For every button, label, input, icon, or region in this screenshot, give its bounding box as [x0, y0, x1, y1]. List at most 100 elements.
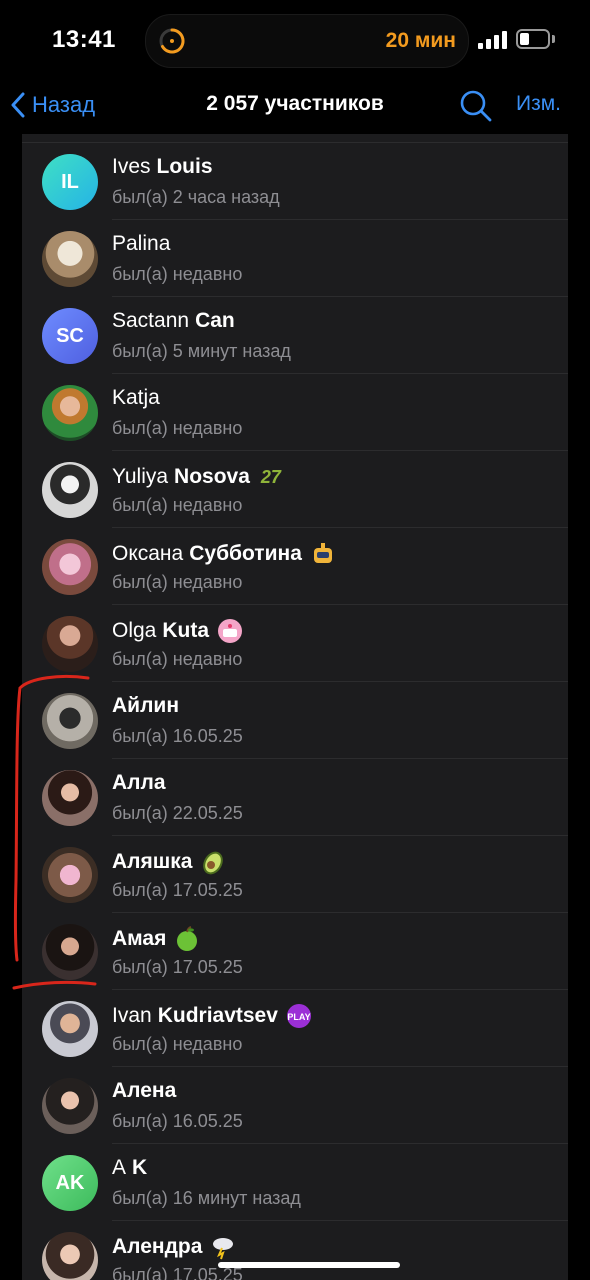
- dynamic-island[interactable]: 20 мин: [145, 14, 469, 68]
- avatar-initials: IL: [61, 170, 79, 193]
- avatar: SC: [42, 308, 98, 364]
- avatar: IL: [42, 154, 98, 210]
- status-bar: 13:41 20 мин: [0, 0, 590, 80]
- member-status: был(а) 16 минут назад: [112, 1188, 301, 1208]
- first-name: Айлин: [112, 694, 180, 717]
- first-name: Katja: [112, 386, 160, 409]
- member-status: был(а) 2 часа назад: [112, 187, 280, 207]
- member-row-palina[interactable]: Palina был(а) недавно: [22, 220, 568, 297]
- member-name: Yuliya Nosova 27: [112, 463, 285, 491]
- cake-icon: [218, 619, 243, 643]
- screen: 13:41 20 мин Назад 2 057 участников Изм.…: [0, 0, 590, 1280]
- avatar: [42, 693, 98, 749]
- member-row-alendra[interactable]: Алендра был(а) 17.05.25: [22, 1221, 568, 1280]
- member-row-a-k[interactable]: AK AK был(а) 16 минут назад: [22, 1144, 568, 1221]
- avocado-icon: [203, 851, 224, 875]
- avatar-initials: AK: [55, 1171, 85, 1194]
- nav-bar: Назад 2 057 участников Изм.: [0, 80, 590, 134]
- member-row-alena[interactable]: Алена был(а) 16.05.25: [22, 1067, 568, 1144]
- search-icon[interactable]: [458, 88, 494, 124]
- member-status: был(а) недавно: [112, 264, 243, 284]
- last-name: Can: [195, 309, 235, 332]
- member-name: Palina: [112, 232, 170, 256]
- last-name: Louis: [156, 155, 213, 178]
- member-name: AK: [112, 1156, 147, 1180]
- member-row-yuliya-nosova[interactable]: Yuliya Nosova 27 был(а) недавно: [22, 451, 568, 528]
- first-name: Ives: [112, 155, 151, 178]
- timer-text: 20 мин: [385, 29, 456, 52]
- member-name: Айлин: [112, 694, 179, 718]
- member-row-alyashka[interactable]: Аляшка был(а) 17.05.25: [22, 836, 568, 913]
- first-name: Амая: [112, 927, 167, 950]
- home-indicator[interactable]: [218, 1262, 400, 1268]
- member-row-sactann-can[interactable]: SC Sactann Can был(а) 5 минут назад: [22, 297, 568, 374]
- member-name: Алена: [112, 1079, 176, 1103]
- first-name: Алендра: [112, 1235, 203, 1258]
- member-row-amaya[interactable]: Амая был(а) 17.05.25: [22, 913, 568, 990]
- battery-icon: [516, 29, 550, 49]
- first-name: Yuliya: [112, 465, 169, 488]
- member-row-ivan-kudriavtsev[interactable]: Ivan Kudriavtsev PLAY был(а) недавно: [22, 990, 568, 1067]
- avatar: [42, 1001, 98, 1057]
- number-27-icon: 27: [260, 466, 281, 487]
- member-name: Ives Louis: [112, 155, 213, 179]
- avatar: [42, 770, 98, 826]
- green-apple-icon: [177, 926, 198, 951]
- first-name: Olga: [112, 619, 157, 642]
- member-status: был(а) 17.05.25: [112, 880, 243, 900]
- avatar: AK: [42, 1155, 98, 1211]
- cloud-lightning-icon: [213, 1238, 234, 1260]
- svg-text:PLAY: PLAY: [287, 1012, 310, 1022]
- first-name: Palina: [112, 232, 171, 255]
- member-status: был(а) недавно: [112, 1034, 243, 1054]
- first-name: Оксана: [112, 542, 184, 565]
- member-name: Алендра: [112, 1233, 237, 1261]
- last-name: Kudriavtsev: [157, 1004, 278, 1027]
- member-status: был(а) 5 минут назад: [112, 341, 291, 361]
- avatar: [42, 616, 98, 672]
- avatar: [42, 1078, 98, 1134]
- member-name: Sactann Can: [112, 309, 235, 333]
- status-time: 13:41: [52, 26, 116, 53]
- member-row-alla[interactable]: Алла был(а) 22.05.25: [22, 759, 568, 836]
- back-button[interactable]: Назад: [10, 88, 95, 122]
- avatar-initials: SC: [56, 324, 84, 347]
- member-name: Ivan Kudriavtsev PLAY: [112, 1002, 313, 1030]
- member-row-katja[interactable]: Katja был(а) недавно: [22, 374, 568, 451]
- signal-icon: [478, 31, 508, 49]
- member-status: был(а) недавно: [112, 418, 243, 438]
- member-name: Амая: [112, 925, 201, 953]
- member-row-oksana-subbotina[interactable]: Оксана Субботина был(а) недавно: [22, 528, 568, 605]
- last-name: Kuta: [162, 619, 210, 642]
- member-status: был(а) недавно: [112, 649, 243, 669]
- member-row-olga-kuta[interactable]: Olga Kuta был(а) недавно: [22, 605, 568, 682]
- first-name: Алена: [112, 1079, 177, 1102]
- last-name: K: [132, 1156, 148, 1179]
- battery-tip: [552, 35, 555, 43]
- first-name: Алла: [112, 771, 166, 794]
- member-name: Аляшка: [112, 848, 227, 876]
- first-name: Ivan: [112, 1004, 152, 1027]
- member-row-aylin[interactable]: Айлин был(а) 16.05.25: [22, 682, 568, 759]
- avatar: [42, 539, 98, 595]
- back-label: Назад: [32, 92, 96, 117]
- avatar: [42, 1232, 98, 1280]
- edit-button[interactable]: Изм.: [516, 92, 561, 116]
- avatar: [42, 924, 98, 980]
- member-status: был(а) 17.05.25: [112, 957, 243, 977]
- avatar: [42, 231, 98, 287]
- members-list[interactable]: IL Ives Louis был(а) 2 часа назад Palina …: [22, 134, 568, 1280]
- robot-icon: [313, 543, 332, 563]
- first-name: A: [112, 1156, 127, 1179]
- avatar: [42, 385, 98, 441]
- play-badge-icon: PLAY: [286, 1004, 311, 1028]
- member-status: был(а) недавно: [112, 572, 243, 592]
- list-divider: [22, 134, 568, 143]
- member-name: Katja: [112, 386, 160, 410]
- last-name: Субботина: [189, 542, 302, 565]
- first-name: Аляшка: [112, 850, 193, 873]
- avatar: [42, 462, 98, 518]
- member-name: Olga Kuta: [112, 617, 244, 645]
- member-status: был(а) недавно: [112, 495, 243, 515]
- member-row-ives-louis[interactable]: IL Ives Louis был(а) 2 часа назад: [22, 143, 568, 220]
